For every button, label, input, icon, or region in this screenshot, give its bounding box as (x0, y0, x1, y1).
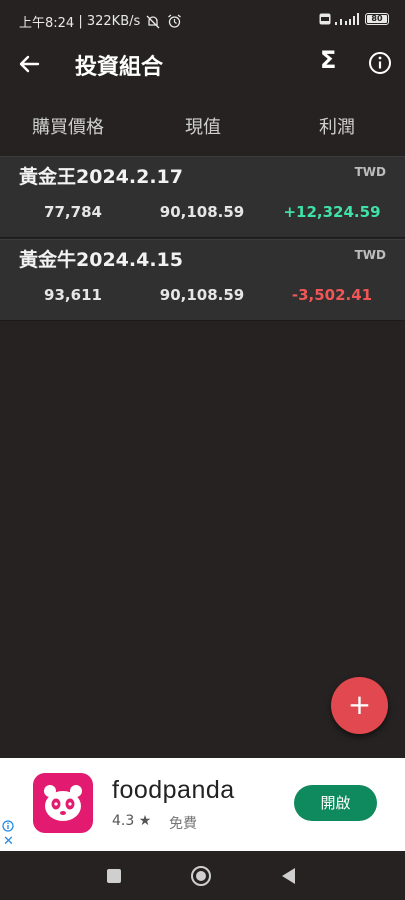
plus-icon: + (347, 688, 372, 721)
column-header-profit: 利潤 (319, 117, 355, 138)
holding-current-value: 90,108.59 (159, 203, 245, 221)
info-icon[interactable] (367, 50, 393, 76)
system-nav-bar (0, 851, 405, 900)
holding-currency: TWD (354, 248, 386, 262)
ad-close-icon[interactable]: ✕ (3, 835, 14, 849)
sigma-icon[interactable]: Σ (320, 46, 336, 74)
holding-name: 黃金王2024.2.17 (19, 166, 183, 188)
ad-open-button[interactable]: 開啟 (294, 785, 377, 821)
recent-apps-icon[interactable] (106, 868, 122, 884)
home-icon[interactable] (190, 865, 212, 887)
ad-app-name[interactable]: foodpanda (112, 776, 235, 805)
holding-purchase-price: 93,611 (44, 286, 102, 304)
holding-row[interactable]: 黃金王2024.2.17 TWD 77,784 90,108.59 +12,32… (0, 156, 405, 238)
arrow-left-icon[interactable] (14, 49, 44, 79)
page-title: 投資組合 (75, 55, 164, 80)
holding-profit: +12,324.59 (283, 203, 381, 221)
volte-icon (319, 13, 331, 25)
back-nav-icon[interactable] (280, 867, 296, 885)
holding-name: 黃金牛2024.4.15 (19, 249, 183, 271)
status-left: 上午8:24 | 322KB/s (19, 12, 182, 31)
panda-face-icon (44, 785, 82, 821)
holding-currency: TWD (354, 165, 386, 179)
column-headers: 購買價格 現值 利潤 (0, 103, 405, 147)
status-right: 80 (319, 13, 389, 25)
status-bar: 上午8:24 | 322KB/s 80 (0, 0, 405, 40)
signal-icon (335, 13, 359, 25)
holding-row[interactable]: 黃金牛2024.4.15 TWD 93,611 90,108.59 -3,502… (0, 239, 405, 321)
foodpanda-logo-icon[interactable] (33, 773, 93, 833)
column-header-purchase: 購買價格 (32, 117, 104, 138)
add-holding-button[interactable]: + (331, 677, 388, 734)
holding-profit: -3,502.41 (291, 286, 373, 304)
battery-level: 80 (367, 15, 387, 23)
app-bar: 投資組合 Σ (0, 40, 405, 88)
battery-icon: 80 (365, 13, 389, 25)
holding-current-value: 90,108.59 (159, 286, 245, 304)
bell-muted-icon (146, 15, 160, 28)
status-time: 上午8:24 (19, 16, 75, 31)
ad-price: 免費 (169, 816, 197, 832)
ad-rating: 4.3 ★ (112, 813, 152, 829)
holding-purchase-price: 77,784 (44, 203, 102, 221)
ad-banner[interactable]: foodpanda 4.3 ★ 免費 開啟 ✕ (0, 758, 405, 851)
status-speed: 322KB/s (86, 14, 141, 29)
alarm-icon (167, 14, 181, 28)
ad-choices-info-icon[interactable] (2, 820, 14, 832)
column-header-value: 現值 (185, 117, 221, 138)
